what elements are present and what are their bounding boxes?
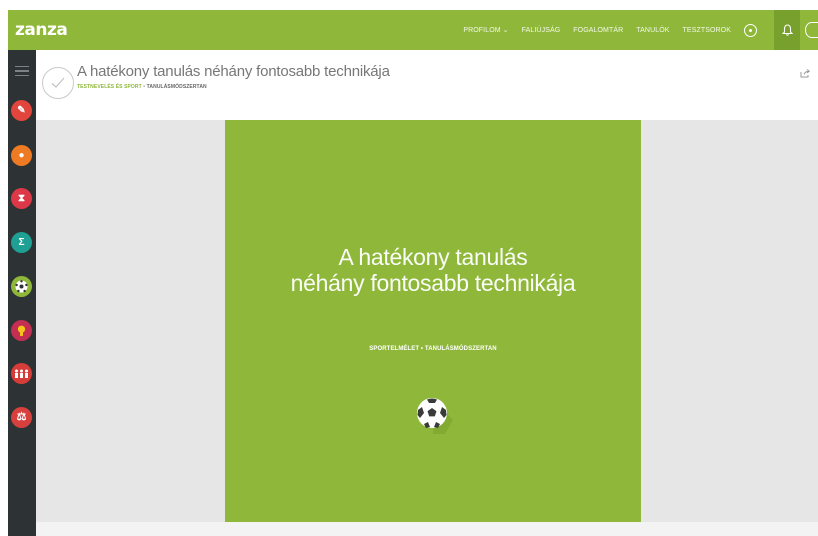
notifications-button[interactable] xyxy=(774,10,800,50)
nav-item-wall[interactable]: FALIÚJSÁG xyxy=(522,27,561,34)
sigma-icon: Σ xyxy=(18,236,25,248)
nav-item-profile-label: PROFILOM xyxy=(463,27,501,34)
nav-item-students[interactable]: TANULÓK xyxy=(636,27,669,34)
category-hourglass-icon[interactable]: ⧗ xyxy=(11,188,32,209)
cover-title: A hatékony tanulás néhány fontosabb tech… xyxy=(225,244,641,296)
lesson-content-area: A hatékony tanulás néhány fontosabb tech… xyxy=(36,120,818,522)
breadcrumb: TESTNEVELÉS ÉS SPORT • TANULÁSMÓDSZERTAN xyxy=(77,84,207,90)
chevron-down-icon: ⌄ xyxy=(502,27,509,34)
cover-title-line-2: néhány fontosabb technikája xyxy=(290,270,576,296)
soccer-ball-icon xyxy=(417,398,453,434)
soccer-ball-icon xyxy=(15,280,28,293)
cover-subtitle: SPORTELMÉLET • TANULÁSMÓDSZERTAN xyxy=(369,346,497,352)
share-button[interactable] xyxy=(800,65,811,83)
hourglass-icon: ⧗ xyxy=(17,192,26,204)
breadcrumb-topic: TANULÁSMÓDSZERTAN xyxy=(146,84,207,90)
pen-icon: ✎ xyxy=(17,104,26,116)
bottom-strip xyxy=(36,522,818,536)
search-icon[interactable] xyxy=(805,22,818,38)
breadcrumb-category[interactable]: TESTNEVELÉS ÉS SPORT xyxy=(77,84,142,90)
zanza-logo[interactable]: zanza xyxy=(15,20,68,40)
cover-title-line-1: A hatékony tanulás xyxy=(338,244,528,270)
top-navbar: zanza PROFILOM ⌄ FALIÚJSÁG FOGALOMTÁR TAN… xyxy=(8,10,818,50)
speech-bubble-icon: ● xyxy=(18,149,25,161)
page-header: A hatékony tanulás néhány fontosabb tech… xyxy=(36,50,818,120)
page: zanza PROFILOM ⌄ FALIÚJSÁG FOGALOMTÁR TAN… xyxy=(0,0,818,536)
main-nav: PROFILOM ⌄ FALIÚJSÁG FOGALOMTÁR TANULÓK T… xyxy=(463,10,818,50)
lesson-cover[interactable]: A hatékony tanulás néhány fontosabb tech… xyxy=(225,120,641,522)
hamburger-menu-icon[interactable] xyxy=(15,66,29,79)
nav-item-glossary[interactable]: FOGALOMTÁR xyxy=(573,27,623,34)
category-soccer-ball-icon[interactable] xyxy=(11,276,32,297)
category-pen-icon[interactable]: ✎ xyxy=(11,100,32,121)
category-sigma-icon[interactable]: Σ xyxy=(11,232,32,253)
nav-item-profile[interactable]: PROFILOM ⌄ xyxy=(463,26,508,34)
category-speech-bubble-icon[interactable]: ● xyxy=(11,145,32,166)
category-people-icon[interactable] xyxy=(11,363,32,384)
page-title: A hatékony tanulás néhány fontosabb tech… xyxy=(77,63,390,80)
nav-item-tests[interactable]: TESZTSOROK xyxy=(683,27,731,34)
share-icon xyxy=(800,69,811,78)
category-sidebar: ✎ ● ⧗ Σ ⚖ xyxy=(8,50,36,536)
bell-icon xyxy=(781,24,793,36)
lightbulb-icon xyxy=(17,325,26,336)
checkmark-icon xyxy=(51,77,65,88)
scales-icon: ⚖ xyxy=(16,411,27,423)
complete-toggle[interactable] xyxy=(42,67,74,99)
people-icon xyxy=(15,369,28,378)
category-scales-icon[interactable]: ⚖ xyxy=(11,407,32,428)
settings-icon[interactable] xyxy=(744,23,757,37)
category-lightbulb-icon[interactable] xyxy=(11,320,32,341)
